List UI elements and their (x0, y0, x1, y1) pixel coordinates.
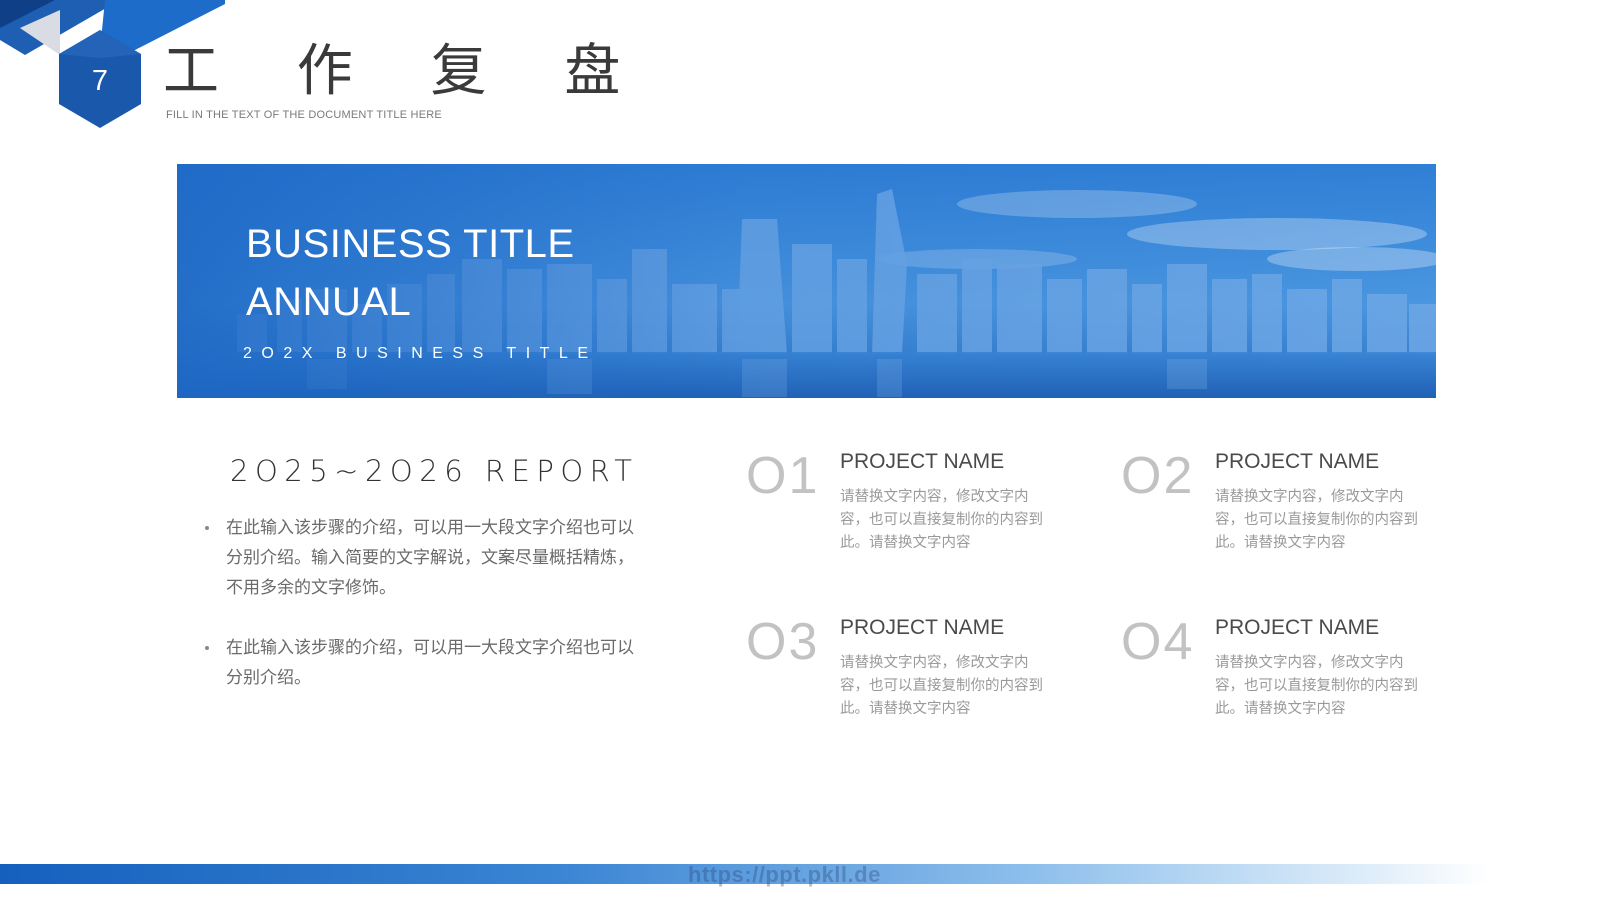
project-number: O1 (746, 447, 820, 505)
project-number: O2 (1121, 447, 1195, 505)
bullet-dot-icon (205, 646, 209, 650)
project-item: O1 PROJECT NAME 请替换文字内容，修改文字内容，也可以直接复制你的… (746, 447, 1086, 590)
project-name: PROJECT NAME (840, 450, 1005, 473)
banner-title-line2: ANNUAL (246, 280, 412, 324)
page-title: 工 作 复 盘 (163, 39, 651, 104)
project-number: O3 (746, 613, 820, 671)
banner-title-line1: BUSINESS TITLE (246, 222, 575, 266)
page-subtitle: FILL IN THE TEXT OF THE DOCUMENT TITLE H… (166, 109, 442, 121)
project-description: 请替换文字内容，修改文字内容，也可以直接复制你的内容到此。请替换文字内容 (840, 655, 1043, 717)
report-heading: 2O25~2O26 REPORT (230, 454, 639, 488)
banner-subtitle: 2O2X BUSINESS TITLE (243, 345, 598, 362)
project-name: PROJECT NAME (1215, 450, 1380, 473)
banner: BUSINESS TITLE ANNUAL 2O2X BUSINESS TITL… (177, 164, 1436, 398)
project-number: O4 (1121, 613, 1195, 671)
banner-title: BUSINESS TITLE ANNUAL (246, 215, 575, 331)
watermark-text: https://ppt.pkll.de (688, 862, 881, 887)
project-item: O2 PROJECT NAME 请替换文字内容，修改文字内容，也可以直接复制你的… (1121, 447, 1461, 590)
report-bullets: 在此输入该步骤的介绍，可以用一大段文字介绍也可以分别介绍。输入简要的文字解说，文… (203, 513, 643, 723)
bullet-item: 在此输入该步骤的介绍，可以用一大段文字介绍也可以分别介绍。输入简要的文字解说，文… (203, 513, 643, 603)
bullet-text: 在此输入该步骤的介绍，可以用一大段文字介绍也可以分别介绍。输入简要的文字解说，文… (226, 518, 634, 598)
project-name: PROJECT NAME (840, 616, 1005, 639)
bullet-item: 在此输入该步骤的介绍，可以用一大段文字介绍也可以分别介绍。 (203, 633, 643, 693)
project-item: O4 PROJECT NAME 请替换文字内容，修改文字内容，也可以直接复制你的… (1121, 613, 1461, 756)
bullet-dot-icon (205, 526, 209, 530)
page-number: 7 (91, 65, 109, 97)
project-description: 请替换文字内容，修改文字内容，也可以直接复制你的内容到此。请替换文字内容 (840, 489, 1043, 551)
project-description: 请替换文字内容，修改文字内容，也可以直接复制你的内容到此。请替换文字内容 (1215, 489, 1418, 551)
project-item: O3 PROJECT NAME 请替换文字内容，修改文字内容，也可以直接复制你的… (746, 613, 1086, 756)
bullet-text: 在此输入该步骤的介绍，可以用一大段文字介绍也可以分别介绍。 (226, 638, 634, 688)
project-name: PROJECT NAME (1215, 616, 1380, 639)
project-description: 请替换文字内容，修改文字内容，也可以直接复制你的内容到此。请替换文字内容 (1215, 655, 1418, 717)
